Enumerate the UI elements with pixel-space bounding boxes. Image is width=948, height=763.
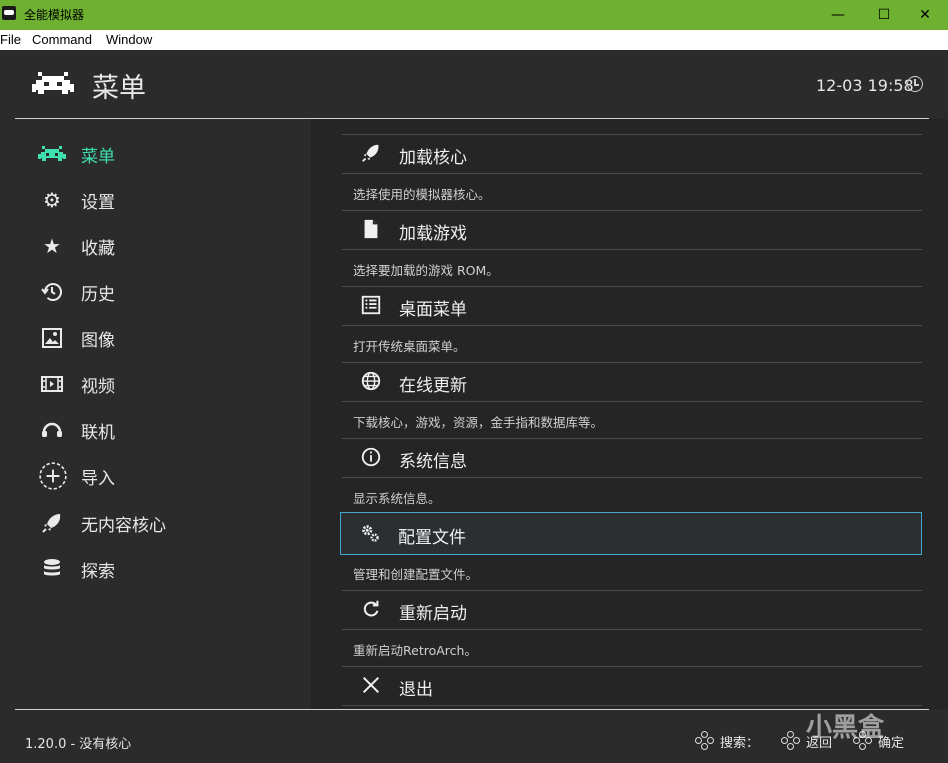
restart-icon	[363, 600, 379, 617]
menu-item-online-updater[interactable]: 在线更新	[342, 362, 922, 400]
globe-icon	[361, 371, 381, 391]
sidebar-item-video[interactable]: 视频	[0, 363, 311, 403]
divider	[342, 477, 922, 478]
menu-item-load-core[interactable]: 加载核心	[342, 134, 922, 172]
page-title: 菜单	[92, 73, 146, 104]
divider	[342, 249, 922, 250]
menu-command[interactable]: Command	[32, 32, 92, 47]
sidebar-item-label: 无内容核心	[81, 516, 166, 536]
sidebar-item-label: 联机	[81, 423, 115, 443]
menu-window[interactable]: Window	[106, 32, 152, 47]
menubar: File Command Window	[0, 30, 948, 50]
rocket-icon	[42, 514, 61, 533]
sidebar-item-explore[interactable]: 探索	[0, 548, 311, 588]
menu-item-description: 管理和创建配置文件。	[353, 567, 479, 582]
sidebar-item-label: 历史	[81, 285, 115, 305]
gamepad-buttons-icon	[695, 731, 715, 751]
sidebar-item-label: 探索	[81, 562, 115, 582]
film-icon	[41, 376, 63, 392]
sidebar-item-label: 导入	[81, 469, 115, 489]
watermark: 小黑盒	[806, 713, 885, 743]
history-icon	[41, 283, 62, 301]
menu-item-label: 退出	[399, 680, 433, 700]
menu-item-configurations[interactable]: 配置文件	[340, 512, 922, 555]
divider	[342, 401, 922, 402]
menu-item-description: 显示系统信息。	[353, 491, 441, 506]
sidebar-item-favorites[interactable]: ★ 收藏	[0, 225, 311, 265]
sidebar-item-netplay[interactable]: 联机	[0, 409, 311, 449]
sidebar-item-label: 设置	[81, 193, 115, 213]
menu-item-label: 在线更新	[399, 376, 467, 396]
menu-item-label: 加载游戏	[399, 224, 467, 244]
headset-icon	[42, 422, 62, 437]
gamepad-buttons-icon	[781, 731, 801, 751]
app-icon	[2, 6, 16, 20]
main-list: 加载核心 选择使用的模拟器核心。 加载游戏 选择要加载的游戏 ROM。 桌面菜单…	[311, 119, 948, 709]
plus-icon	[39, 462, 67, 490]
menu-item-description: 下载核心，游戏，资源，金手指和数据库等。	[353, 415, 604, 430]
menu-item-label: 系统信息	[399, 452, 467, 472]
image-icon	[42, 328, 62, 348]
menu-item-information[interactable]: 系统信息	[342, 438, 922, 476]
sidebar-item-label: 收藏	[81, 239, 115, 259]
retroarch-logo-icon	[32, 72, 74, 94]
minimize-button[interactable]: —	[815, 0, 861, 30]
sidebar-item-label: 菜单	[81, 147, 115, 167]
rocket-icon	[362, 144, 379, 162]
menu-item-label: 加载核心	[399, 148, 467, 168]
star-icon: ★	[43, 234, 61, 258]
database-icon	[44, 559, 60, 576]
menu-item-label: 重新启动	[399, 604, 467, 624]
sidebar-item-settings[interactable]: ⚙ 设置	[0, 179, 311, 219]
sidebar-item-import[interactable]: 导入	[0, 455, 311, 495]
sidebar-item-main-menu[interactable]: 菜单	[0, 133, 311, 173]
clock-icon	[907, 76, 923, 92]
sidebar-item-contentless-cores[interactable]: 无内容核心	[0, 502, 311, 542]
menu-item-description: 选择使用的模拟器核心。	[353, 187, 491, 202]
menu-item-description: 打开传统桌面菜单。	[353, 339, 466, 354]
divider	[342, 705, 922, 706]
gear-icon: ⚙	[43, 188, 61, 212]
list-icon	[361, 295, 381, 315]
window-titlebar[interactable]: 全能模拟器 — ☐ ✕	[0, 0, 948, 30]
version-status: 1.20.0 - 没有核心	[25, 737, 132, 752]
window-title: 全能模拟器	[24, 8, 85, 22]
menu-item-label: 配置文件	[398, 528, 466, 548]
sidebar-item-history[interactable]: 历史	[0, 271, 311, 311]
menu-item-description: 选择要加载的游戏 ROM。	[353, 263, 499, 278]
close-button[interactable]: ✕	[902, 0, 948, 30]
search-hint[interactable]: 搜索：	[720, 732, 759, 751]
divider	[342, 173, 922, 174]
invader-icon	[38, 146, 66, 161]
divider	[342, 325, 922, 326]
gears-icon	[362, 525, 379, 542]
file-icon	[364, 219, 378, 239]
menu-item-load-content[interactable]: 加载游戏	[342, 210, 922, 248]
menu-item-desktop-menu[interactable]: 桌面菜单	[342, 286, 922, 324]
clock-text: 12-03 19:58	[816, 76, 914, 95]
sidebar-item-label: 视频	[81, 377, 115, 397]
menu-item-quit[interactable]: 退出	[342, 666, 922, 704]
menu-item-label: 桌面菜单	[399, 300, 467, 320]
menu-item-description: 重新启动RetroArch。	[353, 643, 477, 658]
sidebar-item-label: 图像	[81, 331, 115, 351]
menu-item-restart[interactable]: 重新启动	[342, 590, 922, 628]
close-icon	[362, 676, 380, 694]
divider	[342, 629, 922, 630]
maximize-button[interactable]: ☐	[861, 0, 907, 30]
info-icon	[361, 447, 381, 467]
sidebar-item-images[interactable]: 图像	[0, 317, 311, 357]
sidebar: 菜单 ⚙ 设置 ★ 收藏 历史 图像 视频 联机 导入 无内容核心 探索	[0, 119, 311, 696]
menu-file[interactable]: File	[0, 32, 21, 47]
